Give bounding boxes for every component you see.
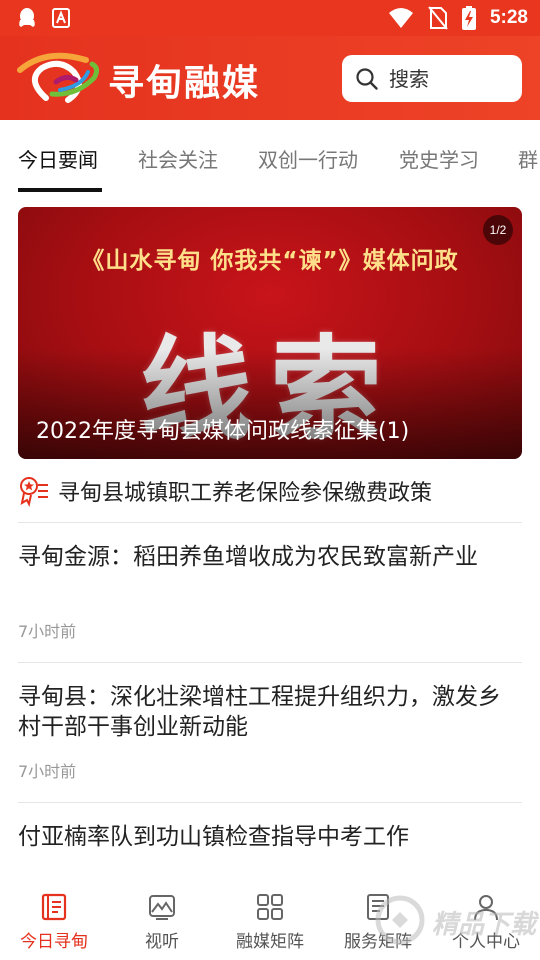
app-title: 寻甸融媒: [108, 63, 261, 104]
tab-party-history[interactable]: 党史学习: [399, 144, 479, 173]
nav-audio-video[interactable]: 视听: [108, 892, 216, 952]
battery-charging-icon: [461, 6, 476, 30]
tab-social-focus[interactable]: 社会关注: [138, 144, 218, 173]
nav-label: 视听: [145, 932, 179, 952]
nav-media-matrix[interactable]: 融媒矩阵: [216, 892, 324, 952]
status-time: 5:28: [489, 7, 528, 28]
nav-label: 今日寻甸: [20, 932, 88, 952]
news-title: 寻甸县：深化壮梁增柱工程提升组织力，激发乡村干部干事创业新动能: [18, 684, 501, 740]
news-item[interactable]: 寻甸金源：稻田养鱼增收成为农民致富新产业 7小时前: [18, 542, 522, 652]
search-input[interactable]: [389, 66, 509, 91]
notice-row[interactable]: 寻甸县城镇职工养老保险参保缴费政策: [18, 470, 522, 512]
search-box[interactable]: [342, 55, 522, 102]
qq-icon: [19, 8, 35, 27]
divider: [18, 802, 522, 803]
video-hills-icon: [149, 895, 175, 920]
news-title: 付亚楠率队到功山镇检查指导中考工作: [18, 824, 409, 850]
notice-text: 寻甸县城镇职工养老保险参保缴费政策: [58, 481, 433, 506]
grid-matrix-icon: [257, 894, 283, 920]
banner-caption: 2022年度寻甸县媒体问政线索征集(1): [36, 419, 410, 444]
app-logo-icon: [17, 52, 100, 103]
divider: [18, 522, 522, 523]
category-tabs: 今日要闻 社会关注 双创一行动 党史学习 群: [0, 120, 540, 192]
news-time: 7小时前: [18, 622, 77, 641]
status-bar: 5:28: [0, 0, 540, 36]
no-sim-icon: [428, 6, 448, 30]
app-notification-icon: [52, 8, 70, 28]
tab-more[interactable]: 群: [518, 144, 538, 173]
watermark-logo-icon: [375, 895, 425, 945]
watermark: 精品下载: [370, 888, 540, 952]
news-item[interactable]: 寻甸县：深化壮梁增柱工程提升组织力，激发乡村干部干事创业新动能 7小时前: [18, 682, 522, 792]
tab-active-indicator: [18, 188, 102, 192]
tab-dual-innovation[interactable]: 双创一行动: [258, 144, 358, 173]
tab-today-news[interactable]: 今日要闻: [18, 144, 98, 173]
banner-carousel[interactable]: 《山水寻甸 你我共“谏”》媒体问政 线索 2022年度寻甸县媒体问政线索征集(1…: [18, 207, 522, 459]
news-time: 7小时前: [18, 762, 77, 781]
nav-label: 融媒矩阵: [236, 932, 304, 952]
app-header: 寻甸融媒: [0, 36, 540, 120]
news-item[interactable]: 付亚楠率队到功山镇检查指导中考工作: [18, 822, 522, 862]
banner-headline: 《山水寻甸 你我共“谏”》媒体问政: [81, 248, 459, 274]
news-doc-icon: [41, 893, 67, 921]
search-icon: [356, 67, 378, 90]
divider: [18, 662, 522, 663]
watermark-text: 精品下载: [432, 910, 537, 940]
banner-page-indicator: 1/2: [483, 215, 513, 245]
policy-badge-icon: [20, 477, 48, 507]
nav-today-xundian[interactable]: 今日寻甸: [0, 892, 108, 952]
wifi-icon: [388, 8, 413, 28]
news-title: 寻甸金源：稻田养鱼增收成为农民致富新产业: [18, 544, 478, 570]
